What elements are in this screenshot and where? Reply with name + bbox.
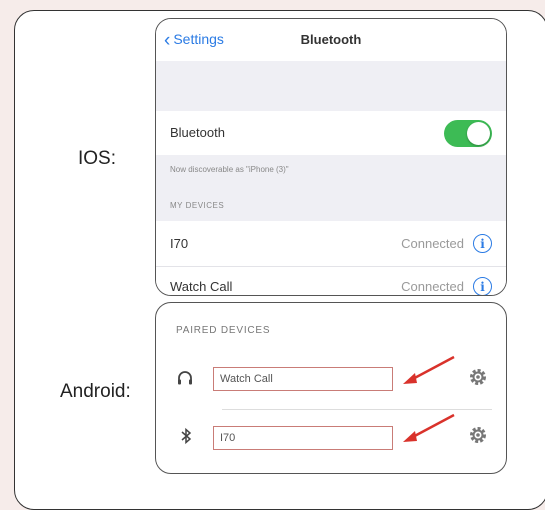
ios-bluetooth-panel: ‹ Settings Bluetooth Bluetooth Now discov… [155,18,507,296]
divider [222,409,492,410]
red-arrow-icon [403,413,455,442]
connection-status: Connected [401,236,464,251]
paired-device-i70[interactable]: I70 [213,426,393,450]
device-row-i70[interactable]: I70 Connected i [156,221,506,267]
device-row-watch-call[interactable]: Watch Call Connected i [156,267,506,295]
bluetooth-label: Bluetooth [170,125,225,140]
device-name: Watch Call [170,279,233,294]
info-icon[interactable]: i [473,277,492,295]
bluetooth-toggle[interactable] [444,120,492,147]
ios-label: IOS: [78,148,117,169]
bluetooth-icon [180,427,192,450]
android-paired-devices-panel: PAIRED DEVICES Watch Call I70 [155,302,507,474]
red-arrow-icon [403,355,455,384]
my-devices-header: MY DEVICES [170,201,225,210]
headphones-icon [176,369,194,392]
discoverable-note: Now discoverable as "iPhone (3)" [170,165,289,174]
info-icon[interactable]: i [473,234,492,253]
gear-icon[interactable] [468,367,488,392]
gear-icon[interactable] [468,425,488,450]
android-label: Android: [60,381,131,402]
paired-device-watch-call[interactable]: Watch Call [213,367,393,391]
ios-nav-bar: ‹ Settings Bluetooth [156,19,506,61]
device-name: I70 [170,236,189,251]
paired-devices-header: PAIRED DEVICES [176,325,271,336]
bluetooth-row: Bluetooth [156,111,506,155]
page-title: Bluetooth [300,32,362,47]
toggle-knob [467,122,490,145]
connection-status: Connected [401,279,464,294]
